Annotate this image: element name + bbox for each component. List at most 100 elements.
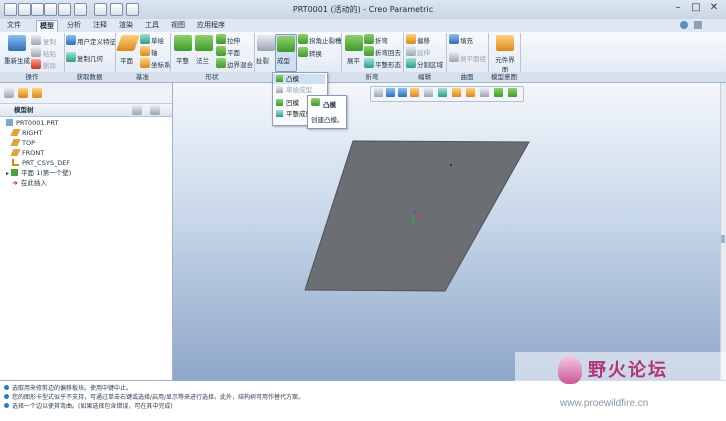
help-icon[interactable] bbox=[680, 21, 688, 29]
corner-relief-icon[interactable] bbox=[298, 34, 308, 44]
unbend-icon[interactable] bbox=[345, 35, 363, 51]
extend-icon[interactable] bbox=[406, 46, 416, 56]
display-style-icon[interactable] bbox=[424, 88, 433, 97]
bend-back-icon[interactable] bbox=[364, 46, 374, 56]
udf-button[interactable]: 用户定义特征 bbox=[77, 36, 116, 46]
split-area-icon[interactable] bbox=[406, 58, 416, 68]
tab-file[interactable]: 文件 bbox=[4, 20, 24, 31]
sheetmetal-part[interactable] bbox=[304, 140, 530, 292]
tab-render[interactable]: 渲染 bbox=[116, 20, 136, 31]
expand-arrow-icon[interactable]: ▸ bbox=[6, 170, 9, 177]
dropdown-item-punch[interactable]: 凸模 bbox=[276, 74, 299, 84]
extend-button[interactable]: 延伸 bbox=[417, 47, 430, 57]
bend-back-button[interactable]: 折弯回去 bbox=[375, 47, 401, 57]
dropdown-item-sketched-form[interactable]: 草绘成型 bbox=[276, 85, 312, 95]
plane-button[interactable]: 平面 bbox=[120, 55, 133, 65]
regenerate-icon[interactable] bbox=[8, 35, 26, 51]
tab-model[interactable]: 模型 bbox=[36, 20, 58, 32]
flatten-quilt-button[interactable]: 展平面组 bbox=[460, 53, 486, 63]
tree-settings-icon[interactable] bbox=[132, 105, 142, 115]
regenerate-button[interactable]: 重新生成 bbox=[4, 55, 30, 65]
show-icon[interactable] bbox=[150, 105, 160, 115]
model-graphics[interactable] bbox=[173, 83, 720, 380]
extrude-icon[interactable] bbox=[216, 34, 226, 44]
right-scrollbar[interactable] bbox=[720, 83, 726, 380]
corner-relief-button[interactable]: 拐角止裂槽 bbox=[309, 35, 342, 45]
offset-icon[interactable] bbox=[406, 34, 416, 44]
tab-tools[interactable]: 工具 bbox=[142, 20, 162, 31]
scrollbar-thumb[interactable] bbox=[721, 235, 725, 243]
offset-button[interactable]: 偏移 bbox=[417, 35, 430, 45]
tab-view[interactable]: 视图 bbox=[168, 20, 188, 31]
maximize-button[interactable]: □ bbox=[688, 2, 704, 15]
unbend-button[interactable]: 展平 bbox=[347, 55, 360, 65]
tree-item-right[interactable]: RIGHT bbox=[10, 128, 42, 138]
tab-analysis[interactable]: 分析 bbox=[64, 20, 84, 31]
tree-item-top[interactable]: TOP bbox=[10, 138, 35, 148]
point-icon[interactable] bbox=[140, 58, 150, 68]
bend-icon[interactable] bbox=[364, 34, 374, 44]
delete-icon[interactable] bbox=[31, 59, 41, 69]
flat-plane-button[interactable]: 平面 bbox=[227, 47, 240, 57]
axis-icon[interactable] bbox=[140, 46, 150, 56]
copy-geometry-icon[interactable] bbox=[66, 52, 76, 62]
saved-orientations-icon[interactable] bbox=[438, 88, 447, 97]
group-label-get-data[interactable]: 获取数据 bbox=[64, 72, 115, 82]
flatten-quilt-icon[interactable] bbox=[449, 52, 459, 62]
flat-pattern-icon[interactable] bbox=[364, 58, 374, 68]
group-label-surfaces[interactable]: 曲面 bbox=[446, 72, 488, 82]
favorites-tab-icon[interactable] bbox=[32, 88, 42, 98]
copy-geometry-button[interactable]: 复制几何 bbox=[77, 53, 103, 63]
csys-button[interactable]: 坐标系 bbox=[151, 59, 171, 69]
tab-annotate[interactable]: 注释 bbox=[90, 20, 110, 31]
tree-item-insert-here[interactable]: ➜ 在此插入 bbox=[12, 178, 47, 188]
paste-button[interactable]: 粘贴 bbox=[43, 48, 56, 58]
flat-wall-button[interactable]: 平整 bbox=[176, 55, 189, 65]
group-label-model-intent[interactable]: 模型意图 bbox=[488, 72, 520, 82]
delete-button[interactable]: 删除 bbox=[43, 60, 56, 70]
minimize-button[interactable]: – bbox=[670, 2, 686, 15]
flat-wall-icon[interactable] bbox=[174, 35, 192, 51]
copy-button[interactable]: 复制 bbox=[43, 36, 56, 46]
component-interface-button[interactable]: 元件界面 bbox=[493, 54, 517, 74]
fill-icon[interactable] bbox=[449, 34, 459, 44]
refit-icon[interactable] bbox=[374, 88, 383, 97]
spin-center-icon[interactable] bbox=[480, 88, 489, 97]
group-label-edit[interactable]: 编辑 bbox=[403, 72, 446, 82]
appearance-icon[interactable] bbox=[508, 88, 517, 97]
extrude-button[interactable]: 拉伸 bbox=[227, 35, 240, 45]
ribbon-minimize-icon[interactable] bbox=[694, 21, 702, 29]
flange-button[interactable]: 法兰 bbox=[196, 55, 209, 65]
bend-button[interactable]: 折弯 bbox=[375, 35, 388, 45]
split-area-button[interactable]: 分割区域 bbox=[417, 59, 443, 69]
udf-icon[interactable] bbox=[66, 35, 76, 45]
convert-button[interactable]: 转换 bbox=[309, 48, 322, 58]
flat-plane-icon[interactable] bbox=[216, 46, 226, 56]
tree-item-front[interactable]: FRONT bbox=[10, 148, 44, 158]
group-label-operations[interactable]: 操作 bbox=[0, 72, 64, 82]
group-label-datum[interactable]: 基准 bbox=[115, 72, 170, 82]
folder-browser-tab-icon[interactable] bbox=[18, 88, 28, 98]
form-button[interactable]: 成型 bbox=[277, 55, 290, 65]
form-icon[interactable] bbox=[277, 36, 295, 52]
fill-button[interactable]: 填充 bbox=[460, 35, 473, 45]
datum-display-icon[interactable] bbox=[466, 88, 475, 97]
sketch-button[interactable]: 草绘 bbox=[151, 35, 164, 45]
repaint-icon[interactable] bbox=[410, 88, 419, 97]
rip-icon[interactable] bbox=[257, 35, 275, 51]
paste-icon[interactable] bbox=[31, 47, 41, 57]
flange-icon[interactable] bbox=[195, 35, 213, 51]
boundary-blend-button[interactable]: 边界混合 bbox=[227, 59, 253, 69]
flat-pattern-button[interactable]: 平整形态 bbox=[375, 59, 401, 69]
convert-icon[interactable] bbox=[298, 47, 308, 57]
rip-button[interactable]: 扯裂 bbox=[256, 55, 269, 65]
sketch-icon[interactable] bbox=[140, 34, 150, 44]
close-button[interactable]: ✕ bbox=[706, 2, 722, 15]
zoom-out-icon[interactable] bbox=[398, 88, 407, 97]
group-label-bend[interactable]: 折弯 bbox=[341, 72, 403, 82]
tree-item-flat-wall[interactable]: ▸ 平面 1(第一个壁) bbox=[6, 168, 71, 178]
dropdown-item-die[interactable]: 凹模 bbox=[276, 98, 299, 108]
axis-button[interactable]: 轴 bbox=[151, 47, 158, 57]
view-manager-icon[interactable] bbox=[452, 88, 461, 97]
copy-icon[interactable] bbox=[31, 35, 41, 45]
